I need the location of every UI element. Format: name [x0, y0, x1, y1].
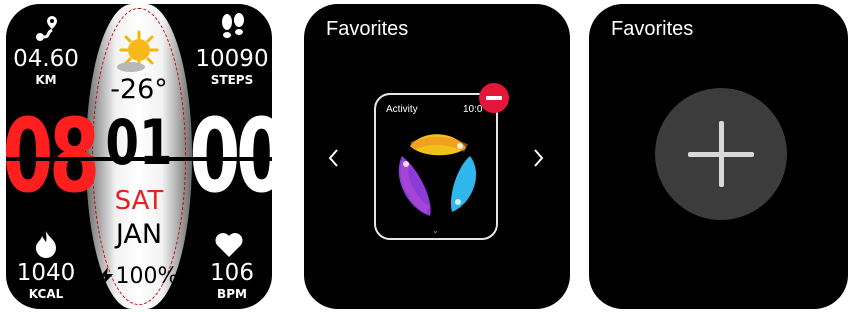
- plus-icon-vertical: [719, 121, 724, 187]
- distance-stat: 04.60 KM: [6, 46, 86, 87]
- calories-stat: 1040 KCAL: [6, 260, 86, 301]
- add-favorite-button[interactable]: [655, 88, 787, 220]
- footprints-icon: [222, 13, 244, 38]
- date-day: 01: [105, 106, 173, 179]
- minus-circle-icon: [486, 96, 502, 100]
- activity-rings-icon: [398, 134, 477, 216]
- weekday: SAT: [114, 186, 164, 216]
- heart-rate-value: 106: [210, 260, 254, 286]
- card-title: Activity: [386, 104, 418, 115]
- chevron-right-icon[interactable]: [530, 147, 546, 169]
- battery-level: 100%: [86, 266, 192, 288]
- favorites-edit-screen: Favorites Activity 10:0 ⌄: [304, 4, 570, 309]
- heart-rate-unit: BPM: [217, 287, 247, 301]
- card-time: 10:0: [463, 104, 483, 115]
- temperature: -26°: [110, 74, 168, 105]
- screen-title: Favorites: [611, 18, 694, 40]
- flame-icon: [36, 231, 56, 258]
- distance-unit: KM: [35, 73, 57, 87]
- distance-value: 04.60: [13, 46, 79, 72]
- chevron-down-icon: ⌄: [432, 226, 439, 235]
- favorite-card-activity[interactable]: Activity 10:0 ⌄: [374, 93, 498, 240]
- heart-rate-stat: 106 BPM: [192, 260, 272, 301]
- chevron-left-icon[interactable]: [326, 147, 342, 169]
- route-pin-icon: [36, 16, 57, 41]
- sun-cloud-icon: [117, 30, 159, 72]
- battery-text: 100%: [115, 264, 179, 289]
- month: JAN: [115, 219, 163, 250]
- favorites-add-screen: Favorites: [589, 4, 848, 309]
- calories-unit: KCAL: [28, 287, 64, 301]
- steps-stat: 10090 STEPS: [192, 46, 272, 87]
- steps-unit: STEPS: [210, 73, 254, 87]
- calories-value: 1040: [16, 260, 76, 286]
- lightning-icon: [99, 267, 113, 285]
- watch-face-screen: 08 00 -26° 01 SAT JAN 100% 04.60 KM: [6, 4, 272, 309]
- screen-title: Favorites: [326, 18, 409, 40]
- heart-icon: [215, 233, 243, 257]
- remove-favorite-button[interactable]: [479, 83, 509, 113]
- steps-value: 10090: [195, 46, 269, 72]
